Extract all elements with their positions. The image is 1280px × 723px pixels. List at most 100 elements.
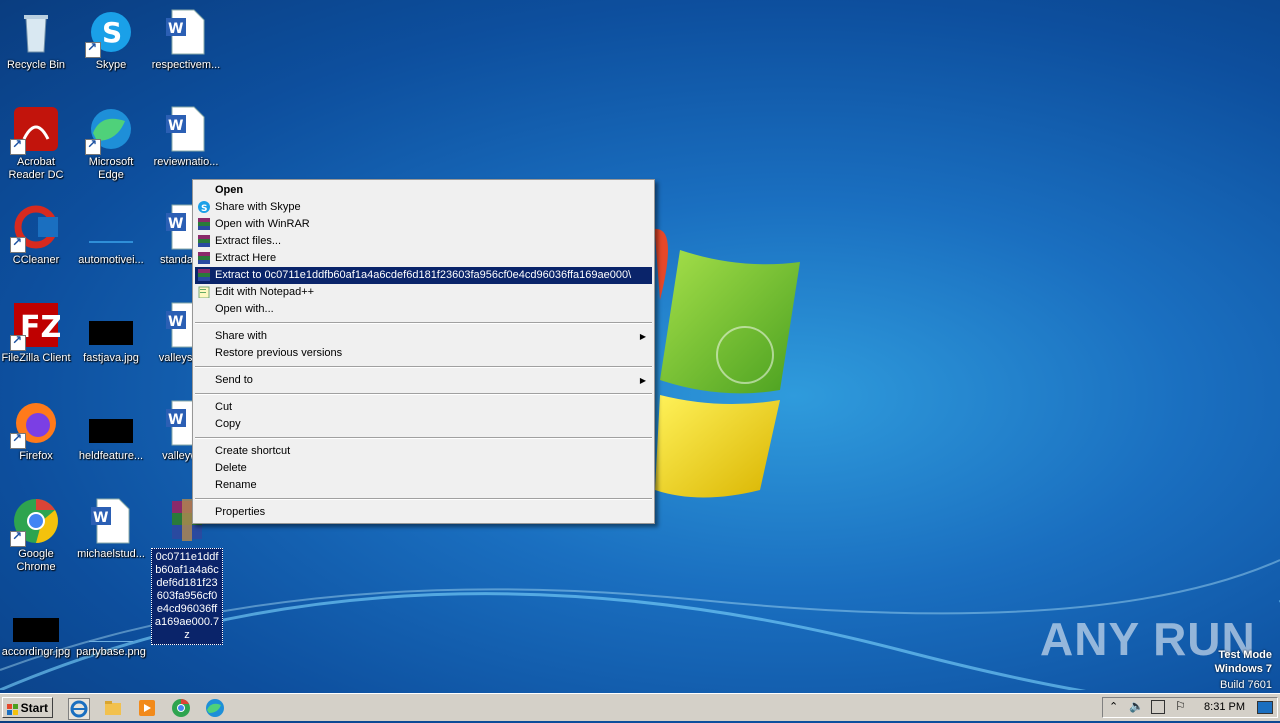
menu-item-cut[interactable]: Cut (193, 399, 654, 416)
start-button[interactable]: Start (2, 697, 53, 718)
menu-item-label: Properties (215, 506, 266, 518)
submenu-arrow-icon: ▶ (639, 376, 646, 385)
shortcut-arrow-icon (10, 137, 26, 155)
desktop-icon-heldfeature[interactable]: heldfeature... (75, 399, 147, 463)
menu-item-copy[interactable]: Copy (193, 416, 654, 433)
menu-item-label: Extract to 0c0711e1ddfb60af1a4a6cdef6d18… (215, 269, 632, 281)
desktop-icon-reviewnatio[interactable]: W reviewnatio... (150, 105, 222, 169)
edge-icon[interactable] (205, 698, 225, 718)
ccleaner-icon (10, 203, 60, 253)
menu-item-label: Open with WinRAR (215, 218, 310, 230)
desktop-icon-skype[interactable]: S Skype (75, 8, 147, 72)
menu-item-label: Extract Here (215, 252, 277, 264)
menu-item-label: Extract files... (215, 235, 282, 247)
menu-item-restore-versions[interactable]: Restore previous versions (193, 345, 654, 362)
show-desktop-icon[interactable] (1257, 701, 1273, 714)
clock[interactable]: 8:31 PM (1204, 698, 1245, 717)
menu-item-label: Share with (215, 330, 267, 342)
desktop-icon-filezilla[interactable]: FZ FileZilla Client (0, 301, 72, 365)
menu-separator (195, 322, 652, 324)
menu-item-edit-notepad[interactable]: Edit with Notepad++ (193, 284, 654, 301)
word-document-icon: W (87, 497, 135, 545)
icon-label: Skype (95, 59, 127, 71)
desktop-icon-acrobat[interactable]: Acrobat Reader DC (0, 105, 72, 182)
menu-item-properties[interactable]: Properties (193, 504, 654, 521)
icon-label: 0c0711e1ddfb60af1a4a6cdef6d181f23603fa95… (151, 548, 223, 645)
desktop-icon-respectivem[interactable]: W respectivem... (150, 8, 222, 72)
shortcut-arrow-icon (10, 529, 26, 547)
submenu-arrow-icon: ▶ (639, 332, 646, 341)
action-center-flag-icon[interactable]: ⚐ (1175, 699, 1186, 713)
edge-icon (85, 105, 135, 155)
icon-label: respectivem... (151, 59, 221, 71)
recycle-bin-icon (12, 8, 60, 56)
desktop-icon-edge[interactable]: Microsoft Edge (75, 105, 147, 182)
word-document-icon: W (162, 105, 210, 153)
winrar-icon (198, 235, 210, 247)
shortcut-arrow-icon (10, 431, 26, 449)
winrar-icon (198, 252, 210, 264)
menu-separator (195, 393, 652, 395)
skype-icon: S (198, 201, 210, 214)
icon-label: CCleaner (12, 254, 60, 266)
winrar-icon (198, 218, 210, 230)
icon-label: reviewnatio... (153, 156, 219, 168)
windows-flag-icon (7, 702, 19, 715)
menu-item-label: Delete (215, 462, 247, 474)
shortcut-arrow-icon (10, 235, 26, 253)
desktop-icon-ccleaner[interactable]: CCleaner (0, 203, 72, 267)
menu-item-share-skype[interactable]: S Share with Skype (193, 199, 654, 216)
menu-item-open-winrar[interactable]: Open with WinRAR (193, 216, 654, 233)
menu-item-extract-here[interactable]: Extract Here (193, 250, 654, 267)
internet-explorer-icon[interactable] (68, 698, 90, 720)
icon-label: heldfeature... (78, 450, 144, 462)
svg-text:W: W (168, 314, 183, 330)
image-thumbnail-icon (87, 617, 135, 643)
menu-item-open[interactable]: Open (193, 182, 654, 199)
volume-icon[interactable]: 🔈 (1129, 699, 1144, 713)
shortcut-arrow-icon (85, 40, 101, 58)
menu-item-label: Create shortcut (215, 445, 291, 457)
menu-item-delete[interactable]: Delete (193, 460, 654, 477)
desktop-icon-partybase[interactable]: partybase.png (75, 607, 147, 659)
desktop-icon-automotivei[interactable]: automotivei... (75, 203, 147, 267)
menu-item-extract-files[interactable]: Extract files... (193, 233, 654, 250)
network-icon[interactable] (1151, 700, 1165, 714)
file-explorer-icon[interactable] (103, 698, 123, 718)
desktop-icon-accordingr[interactable]: accordingr.jpg (0, 607, 72, 659)
test-mode-text: Test Mode (1218, 649, 1272, 661)
build-number-text: Build 7601 (1220, 679, 1272, 691)
show-hidden-icons-icon[interactable]: ⌃ (1109, 700, 1118, 713)
word-document-icon: W (162, 8, 210, 56)
icon-label: fastjava.jpg (83, 352, 139, 364)
media-player-icon[interactable] (137, 698, 157, 718)
desktop-icon-recycle-bin[interactable]: Recycle Bin (0, 8, 72, 72)
desktop-icon-michaelstud[interactable]: W michaelstud... (75, 497, 147, 561)
menu-item-share-with[interactable]: Share with ▶ (193, 328, 654, 345)
chrome-icon[interactable] (171, 698, 191, 718)
context-menu: Open S Share with Skype Open with WinRAR… (192, 179, 655, 524)
menu-item-open-with[interactable]: Open with... (193, 301, 654, 318)
menu-item-label: Rename (215, 479, 257, 491)
menu-item-send-to[interactable]: Send to ▶ (193, 372, 654, 389)
icon-label: partybase.png (76, 646, 146, 658)
desktop-icon-firefox[interactable]: Firefox (0, 399, 72, 463)
icon-label: Google Chrome (16, 548, 56, 573)
desktop-icon-chrome[interactable]: Google Chrome (0, 497, 72, 574)
menu-item-extract-to[interactable]: Extract to 0c0711e1ddfb60af1a4a6cdef6d18… (195, 267, 652, 284)
icon-label: Acrobat Reader DC (8, 156, 64, 181)
svg-text:S: S (102, 16, 122, 49)
filezilla-icon: FZ (10, 301, 62, 351)
firefox-icon (10, 399, 60, 449)
shortcut-arrow-icon (10, 333, 26, 351)
taskbar: Start ⌃ 🔈 ⚐ 8:31 PM (0, 693, 1280, 721)
menu-item-rename[interactable]: Rename (193, 477, 654, 494)
svg-text:W: W (168, 216, 183, 232)
desktop-icon-fastjava[interactable]: fastjava.jpg (75, 301, 147, 365)
icon-label: FileZilla Client (1, 352, 71, 364)
menu-separator (195, 498, 652, 500)
menu-item-label: Copy (215, 418, 241, 430)
menu-item-create-shortcut[interactable]: Create shortcut (193, 443, 654, 460)
icon-label: michaelstud... (77, 548, 145, 560)
system-tray: ⌃ 🔈 ⚐ 8:31 PM (1102, 697, 1278, 718)
